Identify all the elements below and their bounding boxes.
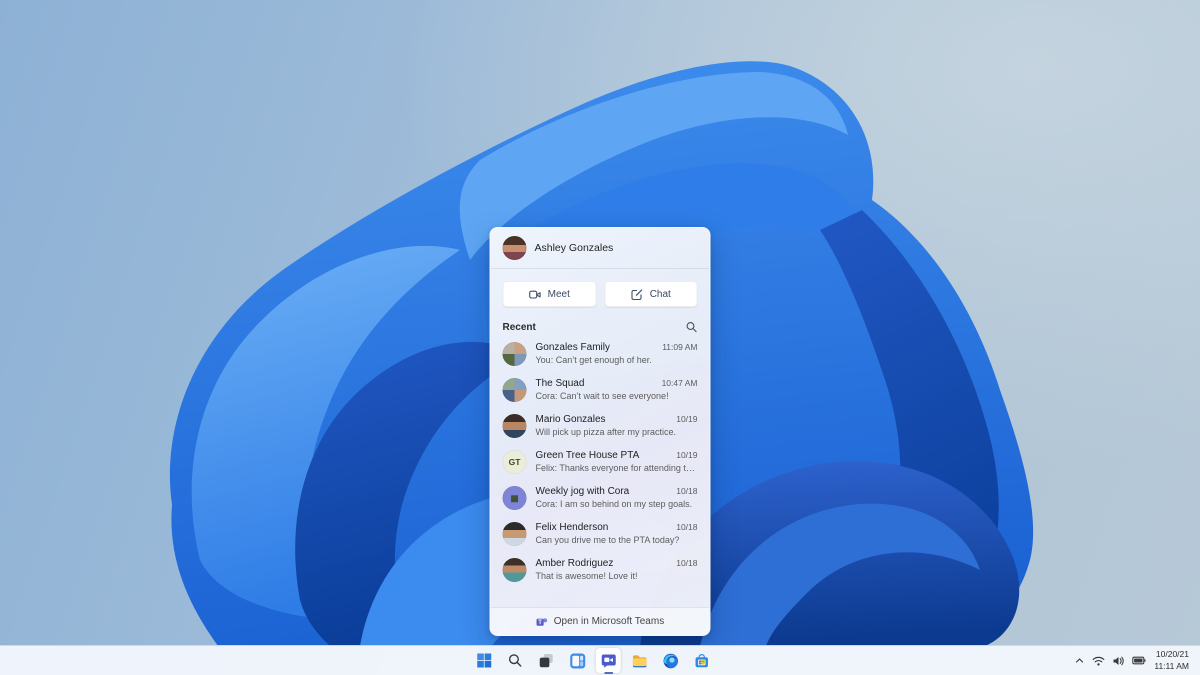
conversation-avatar — [502, 378, 527, 402]
teams-chat-flyout: Ashley Gonzales Meet Chat Recent Gonzale… — [489, 227, 711, 636]
open-in-teams-label: Open in Microsoft Teams — [553, 616, 665, 627]
conversation-avatar: ▦ — [502, 486, 527, 510]
conversation-preview: Will pick up pizza after my practice. — [535, 427, 677, 437]
taskbar: 10/20/21 11:11 AM — [0, 645, 1200, 675]
windows-start-icon — [477, 653, 492, 668]
task-view-icon — [539, 654, 553, 668]
edge-button[interactable] — [658, 648, 683, 673]
compose-icon — [631, 288, 643, 300]
task-view-button[interactable] — [534, 648, 559, 673]
folder-icon — [632, 654, 647, 667]
conversation-row[interactable]: GT Green Tree House PTA 10/19 Felix: Tha… — [491, 443, 710, 479]
conversation-preview: Cora: Can’t wait to see everyone! — [535, 391, 669, 401]
speaker-icon[interactable] — [1112, 655, 1125, 667]
taskbar-clock[interactable]: 10/20/21 11:11 AM — [1154, 649, 1189, 671]
conversation-name: Amber Rodriguez — [535, 558, 614, 569]
search-icon[interactable] — [686, 321, 698, 333]
conversation-preview: Cora: I am so behind on my step goals. — [535, 499, 693, 509]
svg-text:T: T — [539, 620, 543, 626]
widgets-button[interactable] — [565, 648, 590, 673]
conversation-name: Felix Henderson — [535, 522, 609, 533]
conversation-time: 11:09 AM — [662, 342, 698, 352]
conversation-preview: That is awesome! Love it! — [535, 571, 638, 581]
taskbar-center-icons — [472, 646, 714, 675]
conversation-time: 10/18 — [676, 486, 698, 496]
conversation-row[interactable]: Gonzales Family 11:09 AM You: Can’t get … — [491, 335, 710, 371]
chevron-up-icon[interactable] — [1074, 655, 1085, 666]
conversation-preview: Felix: Thanks everyone for attending tod… — [535, 463, 698, 473]
teams-icon: T — [536, 617, 548, 626]
flyout-action-buttons: Meet Chat — [491, 269, 710, 317]
conversation-avatar — [502, 414, 527, 438]
conversation-avatar — [502, 342, 527, 366]
conversation-time: 10/18 — [676, 558, 698, 568]
chat-button[interactable]: Chat — [604, 281, 698, 307]
conversation-avatar — [502, 522, 527, 546]
conversation-time: 10/19 — [676, 414, 698, 424]
start-button[interactable] — [472, 648, 497, 673]
wifi-icon[interactable] — [1092, 655, 1105, 667]
conversation-row[interactable]: Felix Henderson 10/18 Can you drive me t… — [491, 515, 710, 551]
recent-header: Recent — [491, 317, 710, 335]
recent-label: Recent — [502, 321, 536, 333]
meet-button[interactable]: Meet — [502, 281, 596, 307]
store-button[interactable] — [689, 648, 714, 673]
conversation-preview: You: Can’t get enough of her. — [535, 355, 652, 365]
conversation-time: 10/19 — [676, 450, 698, 460]
tray-date: 10/20/21 — [1155, 649, 1189, 660]
conversation-row[interactable]: The Squad 10:47 AM Cora: Can’t wait to s… — [491, 371, 710, 407]
conversation-name: Weekly jog with Cora — [535, 486, 630, 497]
conversation-row[interactable]: Mario Gonzales 10/19 Will pick up pizza … — [491, 407, 710, 443]
conversation-name: The Squad — [535, 378, 585, 389]
conversation-name: Mario Gonzales — [535, 414, 606, 425]
microsoft-store-icon — [695, 653, 708, 667]
conversation-name: Green Tree House PTA — [535, 450, 640, 461]
tray-time: 11:11 AM — [1154, 660, 1189, 671]
chat-taskbar-button[interactable] — [595, 648, 621, 674]
teams-chat-icon — [601, 654, 616, 668]
battery-icon[interactable] — [1132, 655, 1146, 666]
conversation-avatar — [502, 558, 527, 582]
chat-button-label: Chat — [649, 288, 671, 300]
meet-button-label: Meet — [547, 288, 570, 300]
conversation-preview: Can you drive me to the PTA today? — [535, 535, 680, 545]
edge-browser-icon — [663, 653, 678, 668]
system-tray: 10/20/21 11:11 AM — [1074, 646, 1196, 675]
conversation-avatar: GT — [502, 450, 527, 474]
active-app-indicator — [603, 671, 613, 674]
user-name: Ashley Gonzales — [534, 242, 614, 254]
conversation-row[interactable]: Amber Rodriguez 10/18 That is awesome! L… — [491, 551, 710, 587]
conversation-time: 10:47 AM — [661, 378, 698, 388]
user-avatar[interactable] — [502, 236, 527, 260]
conversation-time: 10/18 — [676, 522, 698, 532]
widgets-icon — [569, 653, 585, 668]
search-icon — [508, 654, 522, 667]
conversation-list: Gonzales Family 11:09 AM You: Can’t get … — [491, 335, 710, 607]
flyout-header: Ashley Gonzales — [490, 228, 710, 269]
file-explorer-button[interactable] — [627, 648, 652, 673]
open-in-teams-link[interactable]: T Open in Microsoft Teams — [490, 607, 710, 635]
conversation-row[interactable]: ▦ Weekly jog with Cora 10/18 Cora: I am … — [491, 479, 710, 515]
video-camera-icon — [529, 290, 541, 299]
conversation-name: Gonzales Family — [535, 342, 610, 353]
search-button[interactable] — [503, 648, 528, 673]
